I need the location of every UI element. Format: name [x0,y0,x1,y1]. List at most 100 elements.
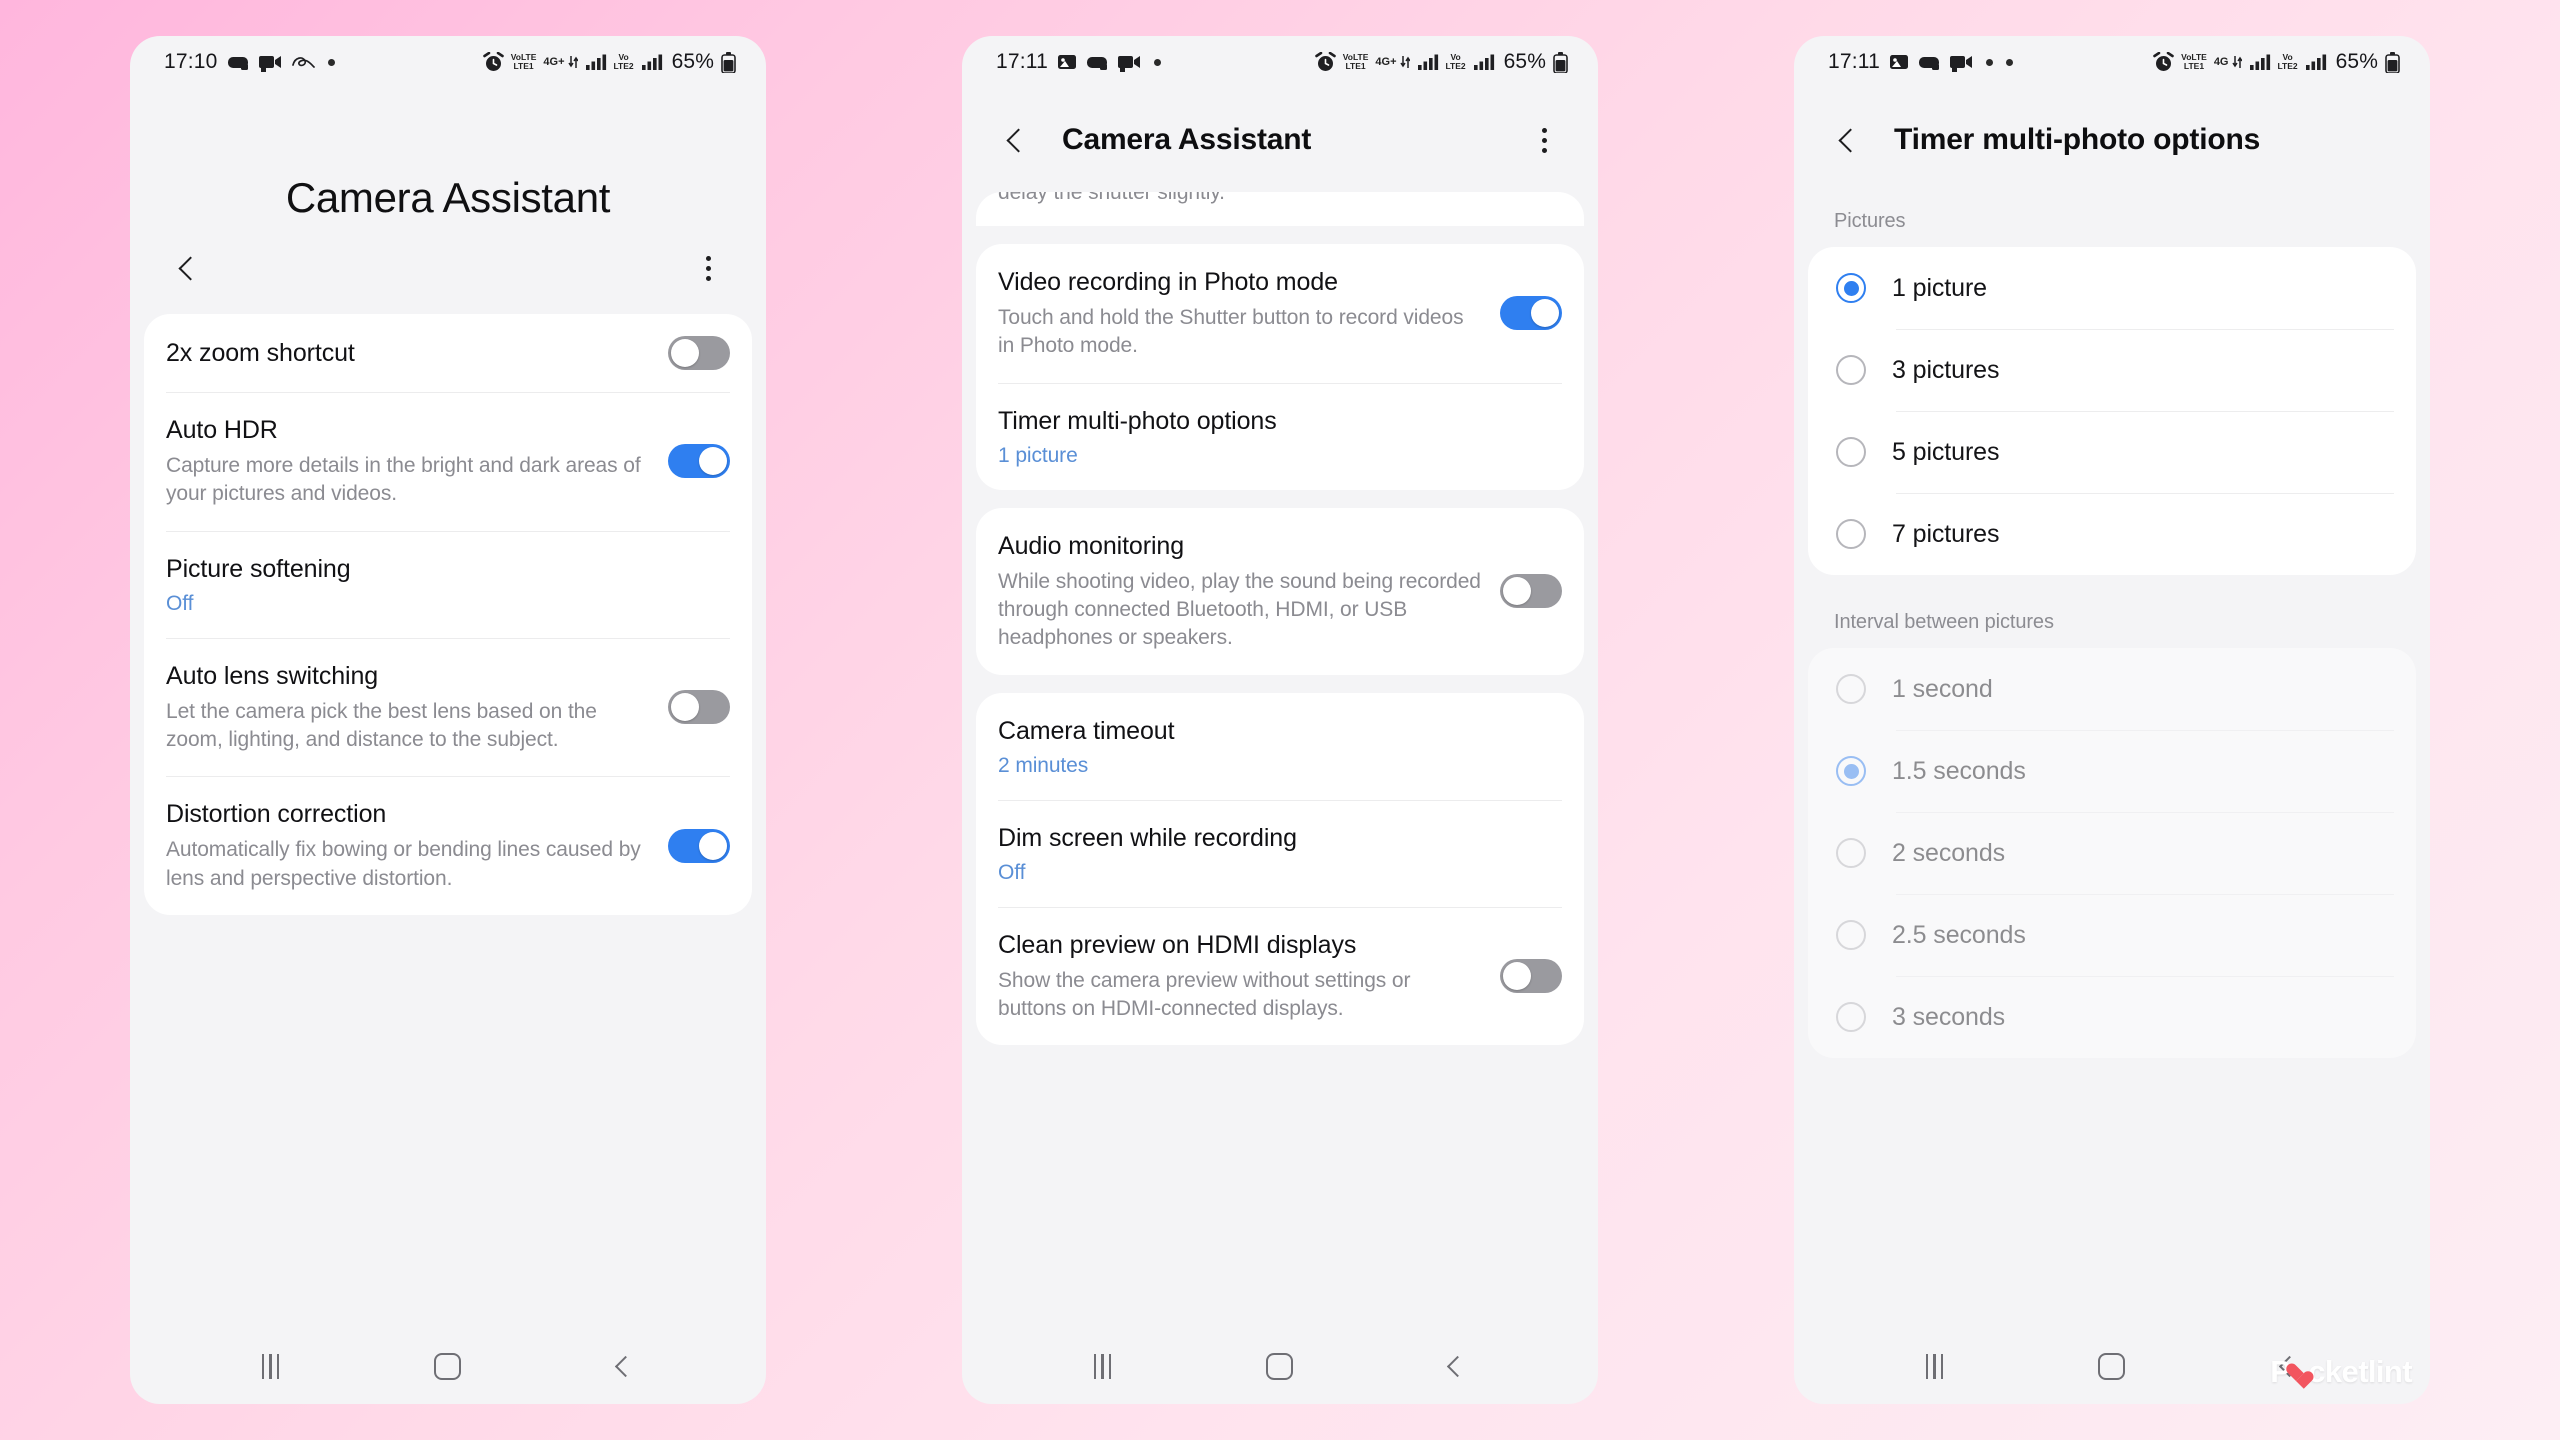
status-bar: 17:10 VoLTE LTE1 4G+ Vo LTE2 65% [130,36,766,88]
setting-row-2x-zoom-shortcut[interactable]: 2x zoom shortcut [166,314,730,392]
partial-scrolled-row: delay the shutter slightly. [976,192,1584,226]
radio-icon[interactable] [1836,838,1866,868]
radio-icon-selected[interactable] [1836,273,1866,303]
setting-row-distortion-correction[interactable]: Distortion correction Automatically fix … [166,776,730,915]
radio-icon[interactable] [1836,437,1866,467]
alarm-icon [1314,51,1336,73]
setting-row-auto-hdr[interactable]: Auto HDR Capture more details in the bri… [166,392,730,531]
volte2-icon: Vo LTE2 [614,53,634,71]
toggle-video-recording-photo-mode[interactable] [1500,296,1562,331]
setting-row-dim-screen-while-recording[interactable]: Dim screen while recording Off [998,799,1562,907]
more-options-button[interactable] [1520,116,1568,164]
setting-row-auto-lens-switching[interactable]: Auto lens switching Let the camera pick … [166,637,730,777]
volte1-icon: VoLTE LTE1 [511,53,537,71]
toggle-distortion-correction[interactable] [668,828,730,863]
gallery-icon [1889,53,1909,71]
back-button[interactable] [164,244,212,292]
toggle-2x-zoom-shortcut[interactable] [668,336,730,370]
dot-icon [1154,58,1161,66]
interval-options-card: 1 second 1.5 seconds 2 seconds 2.5 secon… [1808,648,2416,1058]
setting-title: Clean preview on HDMI displays [998,930,1357,959]
home-button[interactable] [424,1342,472,1390]
toggle-audio-monitoring[interactable] [1500,574,1562,609]
row-text: Audio monitoring While shooting video, p… [998,530,1500,653]
option-label: 2.5 seconds [1892,920,2026,949]
recents-button[interactable] [1079,1342,1127,1390]
setting-row-clean-preview-hdmi[interactable]: Clean preview on HDMI displays Show the … [998,906,1562,1046]
row-text: Video recording in Photo mode Touch and … [998,266,1500,361]
4g-icon: 4G [2214,55,2242,69]
setting-title: Timer multi-photo options [998,406,1277,435]
option-label: 3 pictures [1892,355,2000,384]
back-icon [1838,127,1863,153]
toggle-auto-lens-switching[interactable] [668,690,730,725]
home-button[interactable] [2088,1342,2136,1390]
setting-title: Distortion correction [166,800,387,829]
partial-description: delay the shutter slightly. [998,192,1225,204]
recents-button[interactable] [247,1342,295,1390]
phone-screen-camera-assistant-scrolled: 17:11 VoLTE LTE1 4G+ Vo LTE2 65% Camera … [962,36,1598,1404]
camera-video-icon [1117,53,1141,72]
app-bar-title: Timer multi-photo options [1894,123,2261,156]
game-controller-icon [1086,53,1108,71]
options-list[interactable]: Pictures 1 picture 3 pictures 5 pictures… [1794,192,2430,1328]
setting-row-audio-monitoring[interactable]: Audio monitoring While shooting video, p… [998,508,1562,675]
radio-icon[interactable] [1836,1002,1866,1032]
radio-row-5-pictures[interactable]: 5 pictures [1830,411,2394,493]
signal-bars-icon [1473,53,1495,71]
volte1-bottom: LTE1 [513,61,534,71]
more-options-button[interactable] [684,244,732,292]
setting-row-camera-timeout[interactable]: Camera timeout 2 minutes [998,693,1562,800]
page-title: Camera Assistant [285,174,611,221]
toggle-auto-hdr[interactable] [668,444,730,479]
back-button[interactable] [992,116,1040,164]
nav-back-button[interactable] [601,1342,649,1390]
radio-row-2-seconds[interactable]: 2 seconds [1830,812,2394,894]
back-button[interactable] [1824,116,1872,164]
option-label: 1 picture [1892,273,1987,302]
setting-description: Show the camera preview without settings… [998,968,1411,1021]
status-bar-right: VoLTE LTE1 4G+ Vo LTE2 65% [482,50,736,74]
radio-icon[interactable] [1836,674,1866,704]
action-row [130,222,766,314]
radio-icon[interactable] [1836,519,1866,549]
radio-icon[interactable] [1836,355,1866,385]
settings-card: 2x zoom shortcut Auto HDR Capture more d… [144,314,752,916]
setting-row-video-recording-photo-mode[interactable]: Video recording in Photo mode Touch and … [998,244,1562,383]
radio-row-3-seconds[interactable]: 3 seconds [1830,976,2394,1058]
setting-row-timer-multi-photo-options[interactable]: Timer multi-photo options 1 picture [998,382,1562,490]
radio-row-1-5-seconds[interactable]: 1.5 seconds [1830,730,2394,812]
radio-row-1-second[interactable]: 1 second [1830,648,2394,730]
radio-icon-selected[interactable] [1836,756,1866,786]
row-text: Timer multi-photo options 1 picture [998,405,1562,468]
setting-title: Dim screen while recording [998,823,1297,852]
settings-list[interactable]: 2x zoom shortcut Auto HDR Capture more d… [130,314,766,1328]
setting-row-picture-softening[interactable]: Picture softening Off [166,530,730,638]
setting-title: Camera timeout [998,716,1175,745]
camera-video-icon [258,53,282,72]
nav-back-button[interactable] [1433,1342,1481,1390]
volte2-bottom: LTE2 [2277,61,2298,71]
toggle-clean-preview-hdmi[interactable] [1500,959,1562,994]
radio-row-3-pictures[interactable]: 3 pictures [1830,329,2394,411]
row-text: Auto lens switching Let the camera pick … [166,660,668,755]
watermark-text-post: cketlint [2308,1354,2412,1389]
recents-button[interactable] [1911,1342,1959,1390]
system-nav-bar [962,1328,1598,1404]
settings-list[interactable]: delay the shutter slightly. Video record… [962,192,1598,1328]
section-label-interval: Interval between pictures [1834,611,2054,633]
app-bar: Timer multi-photo options [1794,88,2430,192]
setting-value: 1 picture [998,443,1078,467]
radio-row-2-5-seconds[interactable]: 2.5 seconds [1830,894,2394,976]
radio-row-7-pictures[interactable]: 7 pictures [1830,493,2394,575]
battery-icon [1553,51,1568,73]
radio-row-1-picture[interactable]: 1 picture [1830,247,2394,329]
recents-icon [1093,1353,1112,1379]
signal-bars-icon [1417,53,1439,71]
home-button[interactable] [1256,1342,1304,1390]
settings-card-group-2: Audio monitoring While shooting video, p… [976,507,1584,675]
option-label: 2 seconds [1892,838,2006,867]
radio-icon[interactable] [1836,920,1866,950]
setting-title: Picture softening [166,554,351,583]
row-text: Clean preview on HDMI displays Show the … [998,929,1500,1024]
